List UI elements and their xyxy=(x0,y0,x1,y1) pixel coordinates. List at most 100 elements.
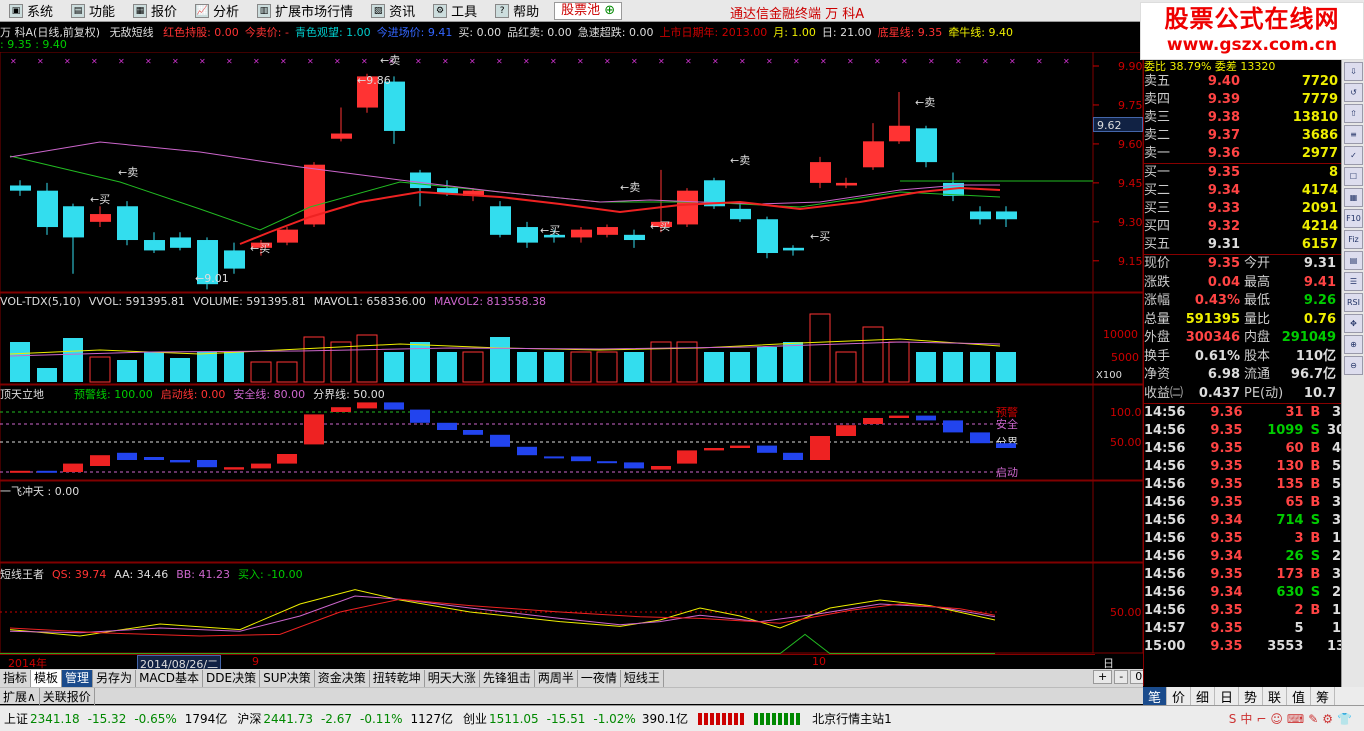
menu-news[interactable]: ▧ 资讯 xyxy=(362,0,424,22)
tool-button-icon[interactable]: ⇩ xyxy=(1344,62,1363,81)
tool-strip: ⇩ ↺ ⇧ ≡ ✓ ☐ ▦ F10 Fiz ▤ ☰ RSI ✥ ⊕ ⊖ xyxy=(1341,60,1364,687)
tick-time: 14:56 xyxy=(1144,423,1186,438)
buy-signal: ←买 xyxy=(810,230,830,243)
p3-label-start: 启动 xyxy=(996,466,1018,479)
tool-button-icon[interactable]: F10 xyxy=(1344,209,1363,228)
quote-tab-0[interactable]: 笔 xyxy=(1143,686,1167,706)
p3-label-safety: 安全 xyxy=(996,417,1018,431)
tab-7[interactable]: 资金决策 xyxy=(315,669,370,687)
quote-label: 量比 xyxy=(1244,311,1271,327)
tab-1[interactable]: 模板 xyxy=(31,669,63,687)
zoom-in-button[interactable]: + xyxy=(1093,670,1113,684)
tab-12[interactable]: 一夜情 xyxy=(578,669,621,687)
tool-button-icon[interactable]: ✥ xyxy=(1344,314,1363,333)
tick-volume: 65 xyxy=(1285,495,1304,510)
quote-tab-7[interactable]: 筹 xyxy=(1311,686,1335,706)
tab-9[interactable]: 明天大涨 xyxy=(425,669,480,687)
sell-signal: ←卖 xyxy=(118,166,138,179)
stock-pool-button[interactable]: 股票池 ⊕ xyxy=(554,1,623,20)
p3-bar xyxy=(783,452,803,460)
quote-tab-4[interactable]: 势 xyxy=(1239,686,1263,706)
book-price: 9.35 xyxy=(1207,165,1240,180)
tool-button-icon[interactable]: ≡ xyxy=(1344,125,1363,144)
date-month-9: 9 xyxy=(252,655,259,668)
candle-body xyxy=(410,172,431,189)
server-station[interactable]: 北京行情主站1 xyxy=(812,710,892,727)
tool-button-icon[interactable]: Fiz xyxy=(1344,230,1363,249)
tool-button-icon[interactable]: ⇧ xyxy=(1344,104,1363,123)
quote-label: 总量 xyxy=(1144,311,1171,327)
tool-button-icon[interactable]: ⊖ xyxy=(1344,356,1363,375)
tab-0[interactable]: 指标 xyxy=(0,669,32,687)
news-icon: ▧ xyxy=(371,3,386,18)
p3-bar xyxy=(463,430,483,435)
signal-mark: ✕ xyxy=(1063,57,1070,66)
book-price: 9.40 xyxy=(1207,74,1240,89)
quote-row: 外盘 300346 内盘 291049 xyxy=(1144,329,1341,348)
menu-analysis[interactable]: 📈 分析 xyxy=(186,0,248,22)
quote-tab-2[interactable]: 细 xyxy=(1191,686,1215,706)
menu-quote[interactable]: ▦ 报价 xyxy=(124,0,186,22)
panel4-title: 一飞冲天 : 0.00 xyxy=(0,485,80,498)
quote-tab-6[interactable]: 值 xyxy=(1287,686,1311,706)
candle-body xyxy=(224,250,245,269)
zoom-out-button[interactable]: - xyxy=(1114,670,1129,684)
tick-price: 9.35 xyxy=(1210,603,1243,618)
tab-3[interactable]: 另存为 xyxy=(93,669,137,687)
indicator-name[interactable]: 无敌短线 xyxy=(110,26,154,39)
buy-signal: ←买 xyxy=(250,242,270,255)
tab-extend[interactable]: 扩展∧ xyxy=(0,687,40,705)
tool-button-icon[interactable]: ↺ xyxy=(1344,83,1363,102)
tool-button-icon[interactable]: ☐ xyxy=(1344,167,1363,186)
p3-bar xyxy=(704,448,724,451)
tab-2[interactable]: 管理 xyxy=(62,669,94,687)
tool-button-icon[interactable]: ▤ xyxy=(1344,251,1363,270)
signal-mark: ✕ xyxy=(847,57,854,66)
tick-price: 9.35 xyxy=(1210,639,1243,654)
quote-tab-1[interactable]: 价 xyxy=(1167,686,1191,706)
candle-body xyxy=(889,125,910,142)
tick-side: B xyxy=(1310,531,1321,546)
header-field: 品红卖: 0.00 xyxy=(507,26,572,39)
quote-value: 291049 xyxy=(1281,330,1336,345)
menu-extended-market[interactable]: ▥ 扩展市场行情 xyxy=(248,0,362,22)
signal-mark: ✕ xyxy=(712,57,719,66)
tab-8[interactable]: 扭转乾坤 xyxy=(370,669,425,687)
ime-toolbar-icon[interactable]: S中⌐☺⌨✎⚙👕 xyxy=(1229,710,1356,727)
menu-system[interactable]: ▣ 系统 xyxy=(0,0,62,22)
menu-tools[interactable]: ⚙ 工具 xyxy=(424,0,486,22)
tick-side: B xyxy=(1310,567,1321,582)
tool-button-icon[interactable]: ✓ xyxy=(1344,146,1363,165)
volume-bar xyxy=(462,351,484,383)
tab-5[interactable]: DDE决策 xyxy=(203,669,261,687)
quote-value: 591395 xyxy=(1185,311,1240,327)
volume-bar xyxy=(437,352,457,382)
tab-13[interactable]: 短线王 xyxy=(621,669,664,687)
volume-bar xyxy=(970,352,990,382)
book-volume: 2977 xyxy=(1301,146,1338,161)
tool-button-icon[interactable]: RSI xyxy=(1344,293,1363,312)
tab-10[interactable]: 先锋狙击 xyxy=(480,669,535,687)
tab-6[interactable]: SUP决策 xyxy=(260,669,315,687)
menu-help[interactable]: ? 帮助 xyxy=(486,0,548,22)
menu-function[interactable]: ▤ 功能 xyxy=(62,0,124,22)
tab-linked-quote[interactable]: 关联报价 xyxy=(40,687,95,705)
book-price: 9.38 xyxy=(1207,110,1240,125)
header-field: 买: 0.00 xyxy=(458,26,502,39)
quote-row: 涨跌 0.04 最高 9.41 xyxy=(1144,274,1341,293)
tab-4[interactable]: MACD基本 xyxy=(136,669,204,687)
tab-11[interactable]: 两周半 xyxy=(535,669,578,687)
quote-tab-3[interactable]: 日 xyxy=(1215,686,1239,706)
header-field: 月: 1.00 xyxy=(773,26,816,39)
kline-chart-area[interactable]: ✕ ✕ ✕ ✕ ✕ ✕ ✕ ✕ ✕ ✕ ✕ ✕ ✕ ✕ ✕ ✕ ✕ ✕ ✕ ✕ ✕ ✕ ✕ ✕ ✕ ✕ ✕ ✕ ✕ ✕ ✕ ✕ ✕ ✕ ✕ ✕ ✕ ✕ ✕ ✕… xyxy=(0,52,1143,654)
signal-mark: ✕ xyxy=(91,57,98,66)
order-ratio: 委比 38.79% 委差 13320 xyxy=(1144,60,1276,73)
sell-signal: ←卖 xyxy=(730,154,750,167)
p3-bar xyxy=(730,445,750,448)
tick-volume: 26 xyxy=(1285,549,1304,564)
tool-button-icon[interactable]: ☰ xyxy=(1344,272,1363,291)
candle-body xyxy=(783,247,804,251)
tool-button-icon[interactable]: ⊕ xyxy=(1344,335,1363,354)
quote-tab-5[interactable]: 联 xyxy=(1263,686,1287,706)
tool-button-icon[interactable]: ▦ xyxy=(1344,188,1363,207)
